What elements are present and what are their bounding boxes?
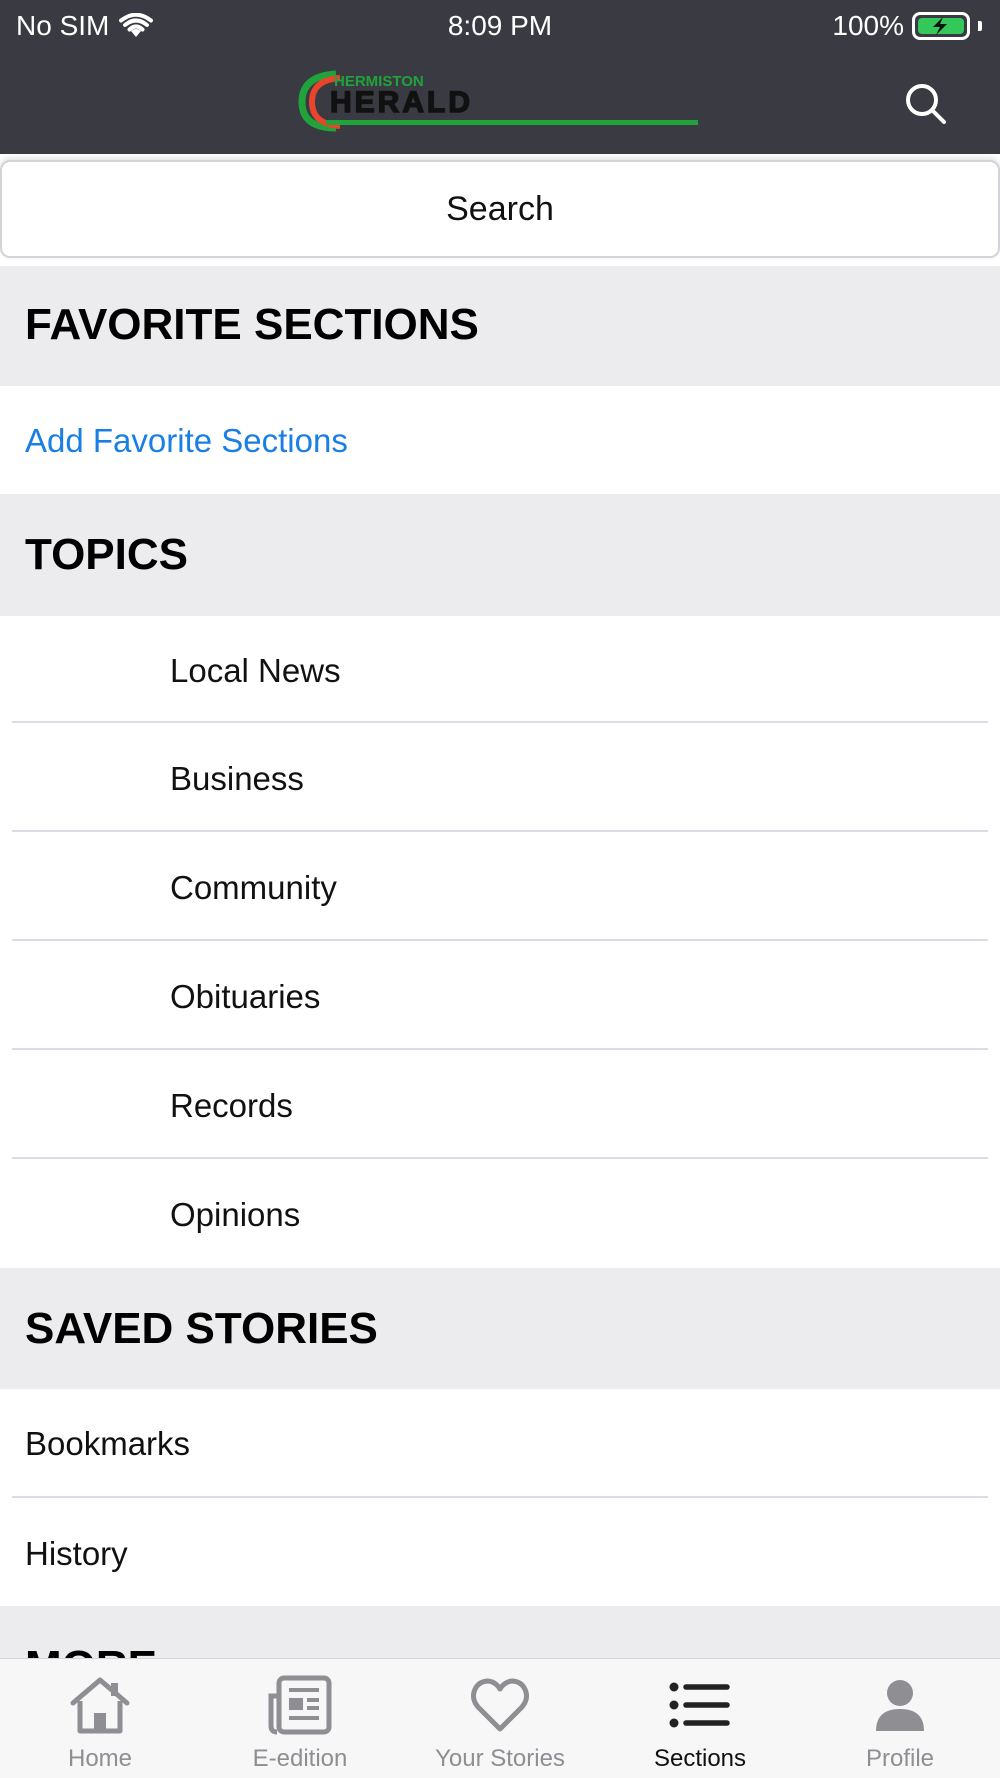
tab-label: E-edition bbox=[252, 1745, 348, 1772]
status-bar: No SIM 8:09 PM 100% bbox=[0, 0, 1000, 52]
more-title: MORE bbox=[25, 1642, 157, 1658]
topic-item-label: Business bbox=[170, 760, 304, 797]
header-search-button[interactable] bbox=[900, 78, 952, 130]
search-field[interactable]: Search bbox=[0, 160, 1000, 258]
topic-item-opinions[interactable]: Opinions bbox=[0, 1160, 1000, 1266]
topic-item-community[interactable]: Community bbox=[0, 833, 1000, 939]
tab-home[interactable]: Home bbox=[0, 1659, 200, 1778]
search-icon bbox=[906, 84, 946, 124]
topic-item-business[interactable]: Business bbox=[0, 724, 1000, 830]
logo-main-text: HERALD bbox=[330, 86, 473, 119]
add-favorite-sections-row[interactable]: Add Favorite Sections bbox=[0, 386, 1000, 494]
topic-item-label: Community bbox=[170, 869, 337, 906]
tab-profile[interactable]: Profile bbox=[800, 1659, 1000, 1778]
topics-header: TOPICS bbox=[0, 494, 1000, 616]
add-favorite-sections-link[interactable]: Add Favorite Sections bbox=[25, 422, 348, 460]
person-icon bbox=[876, 1680, 924, 1731]
list-icon bbox=[669, 1682, 730, 1728]
saved-stories-header: SAVED STORIES bbox=[0, 1268, 1000, 1389]
tab-e-edition[interactable]: E-edition bbox=[200, 1659, 400, 1778]
topic-item-label: Opinions bbox=[170, 1196, 301, 1233]
saved-item-history[interactable]: History bbox=[0, 1499, 1000, 1605]
search-label: Search bbox=[446, 189, 554, 228]
divider bbox=[12, 939, 988, 941]
tab-your-stories[interactable]: Your Stories bbox=[400, 1659, 600, 1778]
saved-item-label: Bookmarks bbox=[25, 1425, 191, 1462]
divider bbox=[12, 830, 988, 832]
divider bbox=[12, 1496, 988, 1498]
divider bbox=[12, 1048, 988, 1050]
tab-label: Home bbox=[67, 1745, 133, 1772]
newspaper-icon bbox=[268, 1675, 332, 1735]
battery-group: 100% bbox=[832, 10, 982, 42]
topic-item-label: Local News bbox=[170, 652, 341, 689]
favorite-sections-title: FAVORITE SECTIONS bbox=[25, 300, 479, 349]
topic-item-records[interactable]: Records bbox=[0, 1051, 1000, 1157]
saved-stories-title: SAVED STORIES bbox=[25, 1304, 378, 1353]
tab-sections[interactable]: Sections bbox=[600, 1659, 800, 1778]
battery-icon bbox=[912, 12, 970, 40]
favorite-sections-header: FAVORITE SECTIONS bbox=[0, 266, 1000, 386]
more-header: MORE bbox=[0, 1606, 1000, 1658]
topic-item-label: Obituaries bbox=[170, 978, 321, 1015]
tab-label: Your Stories bbox=[435, 1745, 565, 1772]
topic-item-local-news[interactable]: Local News bbox=[0, 616, 1000, 722]
tab-label: Sections bbox=[653, 1745, 747, 1772]
divider bbox=[12, 721, 988, 723]
saved-item-label: History bbox=[25, 1535, 128, 1572]
tab-label: Profile bbox=[865, 1745, 935, 1772]
saved-item-bookmarks[interactable]: Bookmarks bbox=[0, 1389, 1000, 1495]
divider bbox=[12, 1157, 988, 1159]
home-icon bbox=[70, 1677, 130, 1734]
battery-percent: 100% bbox=[832, 10, 904, 41]
topic-item-obituaries[interactable]: Obituaries bbox=[0, 942, 1000, 1048]
app-header: No SIM 8:09 PM 100% HERMISTON HERALD bbox=[0, 0, 1000, 154]
topics-title: TOPICS bbox=[25, 530, 189, 579]
heart-icon bbox=[471, 1678, 529, 1732]
tab-bar: Home E-edition Your Stories Sections Pro… bbox=[0, 1658, 1000, 1778]
hermiston-herald-logo[interactable]: HERMISTON HERALD bbox=[296, 70, 702, 132]
topic-item-label: Records bbox=[170, 1087, 293, 1124]
